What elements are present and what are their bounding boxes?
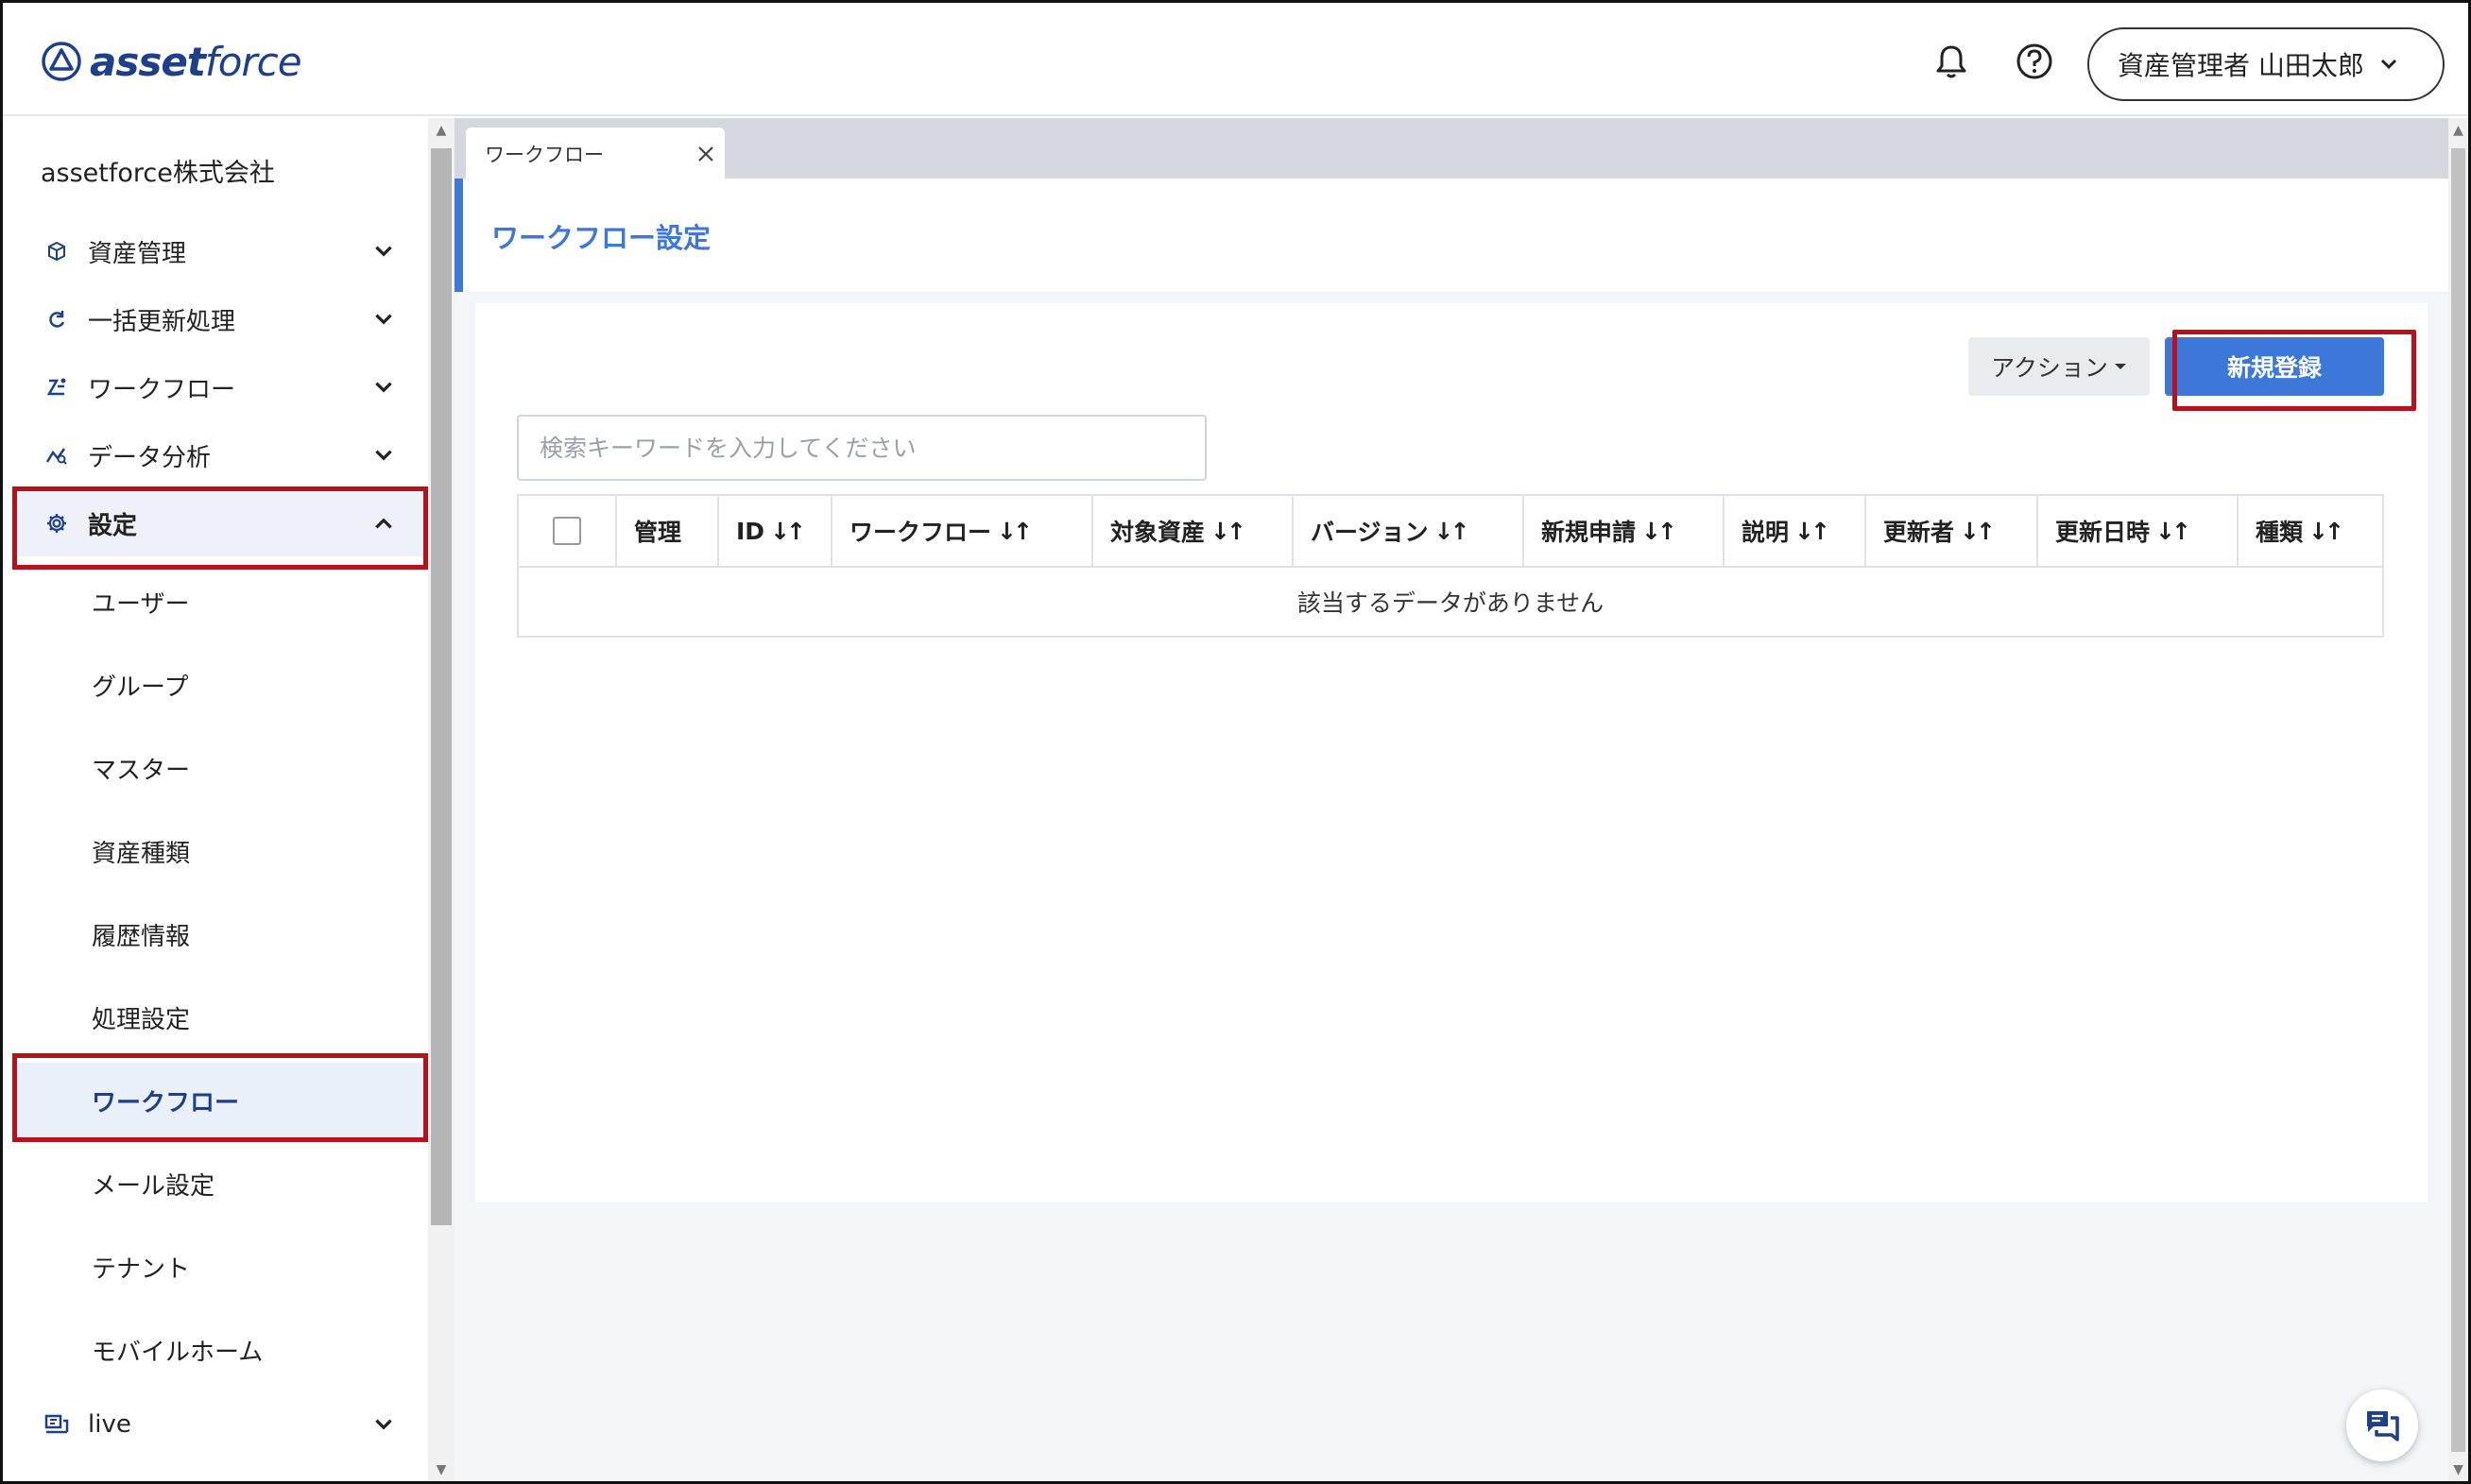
- column-header-type[interactable]: 種類 ↓↑: [2239, 496, 2382, 566]
- scroll-down-arrow[interactable]: ▼: [428, 1458, 455, 1481]
- table-header: 管理 ID ↓↑ ワークフロー ↓↑ 対象資産 ↓↑ バージョン ↓↑ 新規申請 ↓↑ 説…: [519, 496, 2382, 568]
- chevron-down-icon: [2380, 59, 2396, 70]
- sidebar-item-label: 一括更新処理: [88, 307, 236, 336]
- sidebar-item-bulk-update[interactable]: 一括更新処理: [12, 286, 428, 352]
- top-header: assetforce 資産管理者 山田太郎: [3, 3, 2468, 116]
- sidebar-subitem-users[interactable]: ユーザー: [12, 564, 428, 640]
- workflow-icon: [43, 373, 71, 401]
- sidebar-item-label: 設定: [88, 511, 138, 540]
- sort-icon[interactable]: ↓↑: [1210, 518, 1246, 545]
- logo-text: assetforce: [90, 38, 302, 85]
- sidebar-scrollbar[interactable]: ▲ ▼: [428, 118, 455, 1481]
- tab-bar: ワークフロー: [455, 118, 2448, 180]
- refresh-icon: [43, 305, 71, 333]
- gear-icon: [43, 509, 71, 537]
- sidebar-item-label: データ分析: [88, 443, 212, 472]
- sidebar-item-settings[interactable]: 設定: [12, 490, 428, 556]
- logo[interactable]: assetforce: [41, 35, 302, 88]
- app-window: assetforce 資産管理者 山田太郎 assetforce株式会社 資産管…: [0, 0, 2471, 1484]
- sort-icon[interactable]: ↓↑: [997, 518, 1033, 545]
- company-name: assetforce株式会社: [41, 159, 275, 188]
- sidebar-item-label: 資産管理: [88, 239, 187, 268]
- sidebar-item-data-analysis[interactable]: データ分析: [12, 422, 428, 488]
- column-header-new-application[interactable]: 新規申請 ↓↑: [1524, 496, 1725, 566]
- chevron-up-icon: [375, 518, 392, 529]
- workflow-table: 管理 ID ↓↑ ワークフロー ↓↑ 対象資産 ↓↑ バージョン ↓↑ 新規申請 ↓↑ 説…: [517, 494, 2384, 638]
- sidebar-subitem-master[interactable]: マスター: [12, 730, 428, 806]
- caret-down-icon: [2114, 364, 2126, 369]
- sort-icon[interactable]: ↓↑: [1434, 518, 1470, 545]
- page-title: ワークフロー設定: [491, 222, 712, 254]
- sort-icon[interactable]: ↓↑: [770, 518, 806, 545]
- sidebar-item-asset-management[interactable]: 資産管理: [12, 218, 428, 284]
- chevron-down-icon: [375, 450, 392, 461]
- sidebar-subitem-mail-settings[interactable]: メール設定: [12, 1146, 428, 1221]
- search-input[interactable]: [517, 415, 1207, 481]
- chevron-down-icon: [375, 382, 392, 393]
- chevron-down-icon: [375, 1419, 392, 1430]
- column-header-updated-at[interactable]: 更新日時 ↓↑: [2038, 496, 2239, 566]
- sidebar-item-workflow[interactable]: ワークフロー: [12, 354, 428, 420]
- sidebar-scroll-thumb[interactable]: [431, 148, 452, 1225]
- chevron-down-icon: [375, 314, 392, 325]
- tab-label: ワークフロー: [485, 144, 604, 166]
- help-icon[interactable]: [2016, 41, 2053, 82]
- new-registration-button[interactable]: 新規登録: [2165, 337, 2384, 396]
- action-dropdown-button[interactable]: アクション: [1968, 337, 2150, 396]
- select-all-checkbox[interactable]: [553, 517, 581, 545]
- column-header-target-asset[interactable]: 対象資産 ↓↑: [1093, 496, 1294, 566]
- column-header-manage: 管理: [617, 496, 719, 566]
- sidebar: assetforce株式会社 資産管理 一括更新処理 ワークフロー データ分析 …: [12, 118, 428, 1481]
- box-icon: [43, 237, 71, 265]
- sidebar-subitem-groups[interactable]: グループ: [12, 647, 428, 723]
- sidebar-subitem-history[interactable]: 履歴情報: [12, 896, 428, 972]
- sidebar-item-live[interactable]: live: [12, 1391, 428, 1458]
- bell-icon[interactable]: [1932, 41, 1970, 82]
- sort-icon[interactable]: ↓↑: [2155, 518, 2191, 545]
- sort-icon[interactable]: ↓↑: [2308, 518, 2344, 545]
- close-icon[interactable]: [693, 141, 719, 167]
- main-scroll-thumb[interactable]: [2451, 148, 2465, 1452]
- scroll-down-arrow[interactable]: ▼: [2448, 1458, 2468, 1481]
- main-scrollbar[interactable]: ▲ ▼: [2448, 118, 2468, 1481]
- column-header-updated-by[interactable]: 更新者 ↓↑: [1866, 496, 2038, 566]
- sidebar-subitem-asset-types[interactable]: 資産種類: [12, 813, 428, 889]
- sidebar-subitem-workflow[interactable]: ワークフロー: [12, 1063, 428, 1138]
- user-label: 資産管理者 山田太郎: [2118, 50, 2364, 81]
- user-menu-button[interactable]: 資産管理者 山田太郎: [2087, 27, 2445, 101]
- scroll-up-arrow[interactable]: ▲: [2448, 118, 2468, 143]
- chevron-down-icon: [375, 246, 392, 257]
- sidebar-subitem-tenant[interactable]: テナント: [12, 1229, 428, 1305]
- sort-icon[interactable]: ↓↑: [1641, 518, 1677, 545]
- sidebar-item-label: live: [88, 1410, 131, 1439]
- scroll-up-arrow[interactable]: ▲: [428, 118, 455, 143]
- column-header-workflow[interactable]: ワークフロー ↓↑: [832, 496, 1093, 566]
- page-header: ワークフロー設定: [455, 179, 2448, 292]
- sort-icon[interactable]: ↓↑: [1960, 518, 1996, 545]
- main-content: ワークフロー ワークフロー設定 アクション 新規登録 検索キーワードを入力してく…: [455, 118, 2448, 1481]
- column-header-id[interactable]: ID ↓↑: [719, 496, 832, 566]
- sidebar-subitem-mobile-home[interactable]: モバイルホーム: [12, 1312, 428, 1388]
- logo-icon: [42, 42, 81, 81]
- column-header-version[interactable]: バージョン ↓↑: [1294, 496, 1524, 566]
- content-panel: アクション 新規登録 管理 ID↓↑ ワークフロー↓↑ 対象資産↓↑ バージョン…: [475, 303, 2428, 1203]
- tab-workflow[interactable]: ワークフロー: [466, 128, 725, 180]
- chat-support-button[interactable]: [2346, 1390, 2418, 1461]
- chat-icon: [2367, 1411, 2399, 1441]
- sort-icon[interactable]: ↓↑: [1794, 518, 1830, 545]
- action-label: アクション: [1991, 354, 2108, 382]
- sidebar-item-label: ワークフロー: [88, 375, 236, 404]
- sidebar-subitem-process-settings[interactable]: 処理設定: [12, 980, 428, 1055]
- header-select-all: [519, 496, 617, 566]
- analytics-icon: [43, 441, 71, 469]
- empty-message: 該当するデータがありません: [1296, 589, 1604, 617]
- column-header-description[interactable]: 説明 ↓↑: [1725, 496, 1866, 566]
- live-icon: [43, 1410, 71, 1439]
